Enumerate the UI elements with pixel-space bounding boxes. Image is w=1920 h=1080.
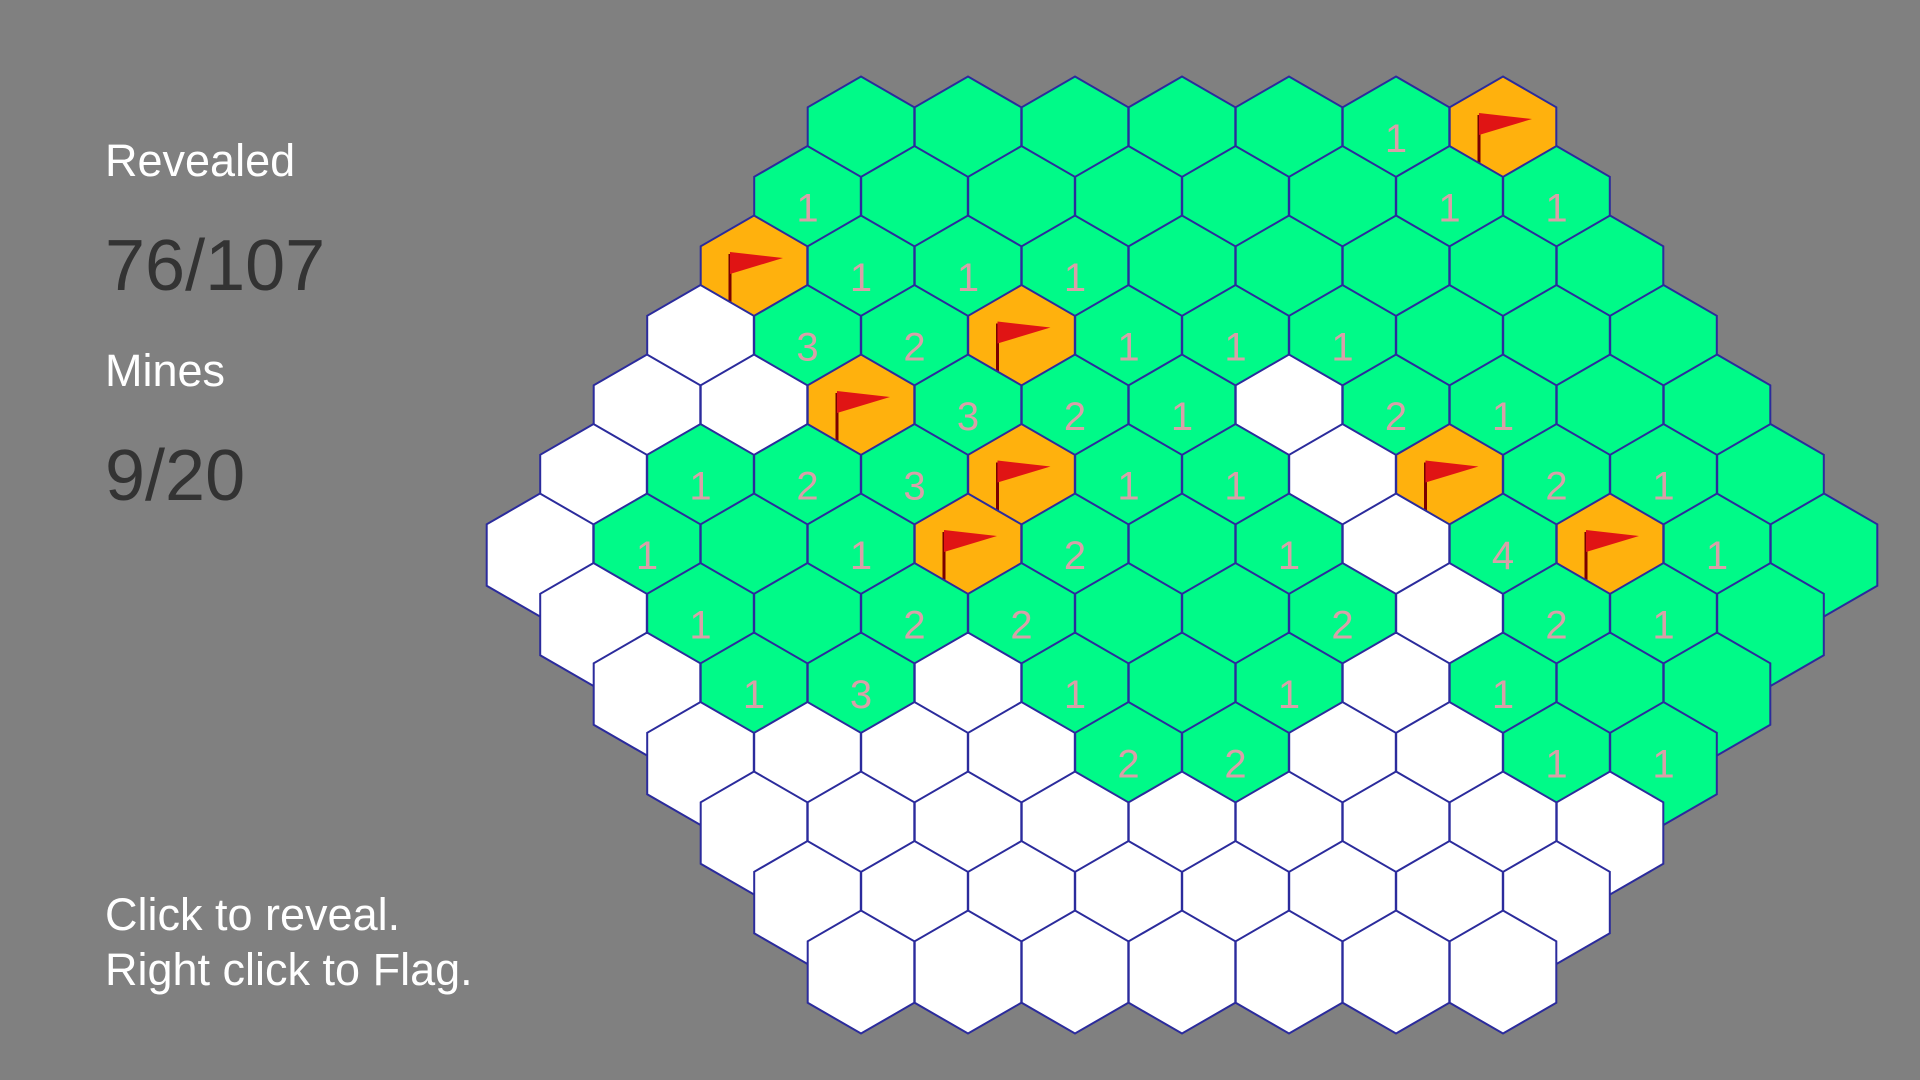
hex-board: 11 1 11 1 13 2 1 1 13 2 1 2 11 2 3 1 1 2 11 1 2 1 4 11 2 2 2 2 11 3 1 1… xyxy=(485,75,1879,1035)
